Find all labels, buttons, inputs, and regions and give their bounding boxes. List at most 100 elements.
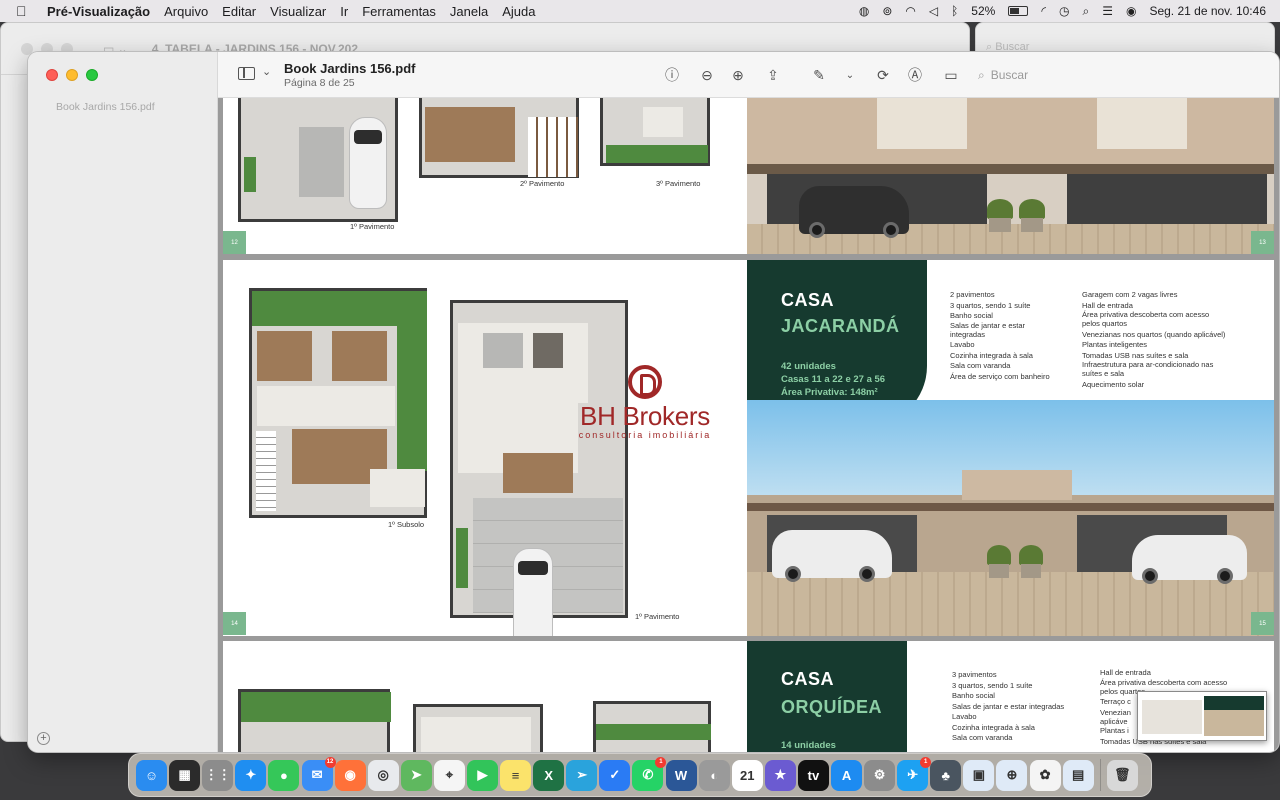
cast-icon[interactable]: ⊚ (882, 4, 892, 18)
facade-render-photo-top (747, 98, 1274, 254)
share-icon[interactable]: ⇪ (762, 64, 784, 86)
dock-vista-icon[interactable]: ♣ (930, 759, 962, 791)
page-number-badge: 13 (1251, 231, 1274, 254)
dock-mail-icon[interactable]: ✉ 12 (301, 756, 336, 791)
zoom-in-icon[interactable]: ⊕ (727, 64, 749, 86)
floor-plan-1-pavimento (450, 300, 628, 636)
battery-percent: 52% (971, 4, 996, 18)
preview-window: Book Jardins 156.pdf + ⌄ Book Jardins 15… (28, 52, 1279, 752)
bluetooth-icon[interactable]: ᛒ (951, 4, 958, 18)
close-button[interactable] (46, 69, 58, 81)
document-viewport[interactable]: 1º Pavimento 2º Pavimento 3º Pavimento 1… (218, 98, 1279, 752)
markup-pen-icon[interactable]: ✎ (808, 64, 830, 86)
dock-finder-icon[interactable]: ☺ (136, 759, 168, 791)
menu-clock[interactable]: Seg. 21 de nov. 10:46 (1149, 4, 1266, 18)
spotlight-icon[interactable]: ⌕ (1082, 4, 1089, 19)
time-machine-icon[interactable]: ◷ (1059, 4, 1069, 18)
dock-maps-icon[interactable]: ➤ (400, 759, 432, 791)
dock-apple-tv-icon[interactable]: tv (797, 759, 829, 791)
dock-word-icon[interactable]: W (665, 759, 697, 791)
zoom-out-icon[interactable]: ⊖ (696, 64, 718, 86)
menu-editar[interactable]: Editar (222, 4, 256, 19)
menu-ferramentas[interactable]: Ferramentas (362, 4, 436, 19)
airdrop-icon[interactable]: ◠ (905, 4, 915, 18)
dock-safari-icon[interactable]: ✦ (235, 759, 267, 791)
dock-contacts-add-icon[interactable]: ⊕ (996, 759, 1028, 791)
dock-whatsapp-icon[interactable]: ✆ 1 (632, 756, 667, 791)
dock-trash-icon[interactable]: 🗑 (1106, 759, 1138, 791)
menu-janela[interactable]: Janela (450, 4, 488, 19)
rotate-icon[interactable]: ⟳ (872, 64, 894, 86)
dock-app-store-icon[interactable]: A (831, 759, 863, 791)
dock-facetime-icon[interactable]: ▶ (466, 759, 498, 791)
dock-system-preferences-icon[interactable]: ⚙ (864, 759, 896, 791)
pdf-page-spread-middle: 1º Subsolo 1º Pavimento BH Brokers consu… (223, 260, 1274, 636)
dock-firefox-icon[interactable]: ◉ (334, 759, 366, 791)
dock-excel-icon[interactable]: X (533, 759, 565, 791)
dock-messages-icon[interactable]: ● (268, 759, 300, 791)
toolbar: ⌄ Book Jardins 156.pdf Página 8 de 25 ⓘ … (218, 52, 1279, 98)
house-title-casa: CASA (781, 669, 835, 689)
house-title-name: JACARANDÁ (781, 316, 900, 336)
page-number-badge: 12 (223, 231, 246, 254)
floor-plan-3-pavimento (600, 98, 710, 166)
dock-notes-icon[interactable]: ≡ (500, 759, 532, 791)
apple-menu-icon[interactable]:  (16, 3, 36, 19)
plan-label: 1º Pavimento (635, 612, 680, 621)
dock-separator (1099, 759, 1101, 791)
sidebar-toggle-icon[interactable] (238, 67, 255, 80)
house-title-casa: CASA (781, 290, 835, 310)
minimize-button[interactable] (66, 69, 78, 81)
zoom-button[interactable] (86, 69, 98, 81)
annotate-icon[interactable]: Ⓐ (904, 64, 926, 86)
page-number-badge: 15 (1251, 612, 1274, 635)
creative-cloud-icon[interactable]: ◍ (859, 4, 869, 18)
floor-plan-1-pavimento (238, 98, 398, 222)
search-field[interactable]: ⌕ Buscar (970, 62, 1266, 88)
notification-badge: 12 (324, 756, 336, 768)
siri-icon[interactable]: ◉ (1126, 4, 1136, 18)
chevron-down-icon[interactable]: ⌄ (262, 65, 271, 78)
dock-preview-icon[interactable]: ▣ (963, 759, 995, 791)
dock-preview-doc-icon[interactable]: ▤ (1062, 759, 1094, 791)
menu-bar:  Pré-Visualização Arquivo Editar Visual… (0, 0, 1280, 22)
dock-calendar-icon[interactable]: 21 (731, 759, 763, 791)
menu-ajuda[interactable]: Ajuda (502, 4, 535, 19)
control-center-icon[interactable]: ☰ (1102, 4, 1113, 18)
bh-brokers-logo-icon (628, 365, 662, 399)
dock-disk-utility-icon[interactable]: ◐ (698, 759, 730, 791)
menu-visualizar[interactable]: Visualizar (270, 4, 326, 19)
menu-app-name[interactable]: Pré-Visualização (47, 4, 150, 19)
dock-launchpad-icon[interactable]: ⋮⋮ (202, 759, 234, 791)
wifi-icon[interactable]: ◜ (1041, 4, 1046, 18)
battery-icon[interactable] (1008, 6, 1029, 16)
casa-orquidea-panel: CASA ORQUÍDEA 14 unidades (747, 641, 907, 752)
markup-chevron-icon[interactable]: ⌄ (839, 64, 861, 86)
mute-icon[interactable]: ◁ (929, 4, 938, 18)
menu-arquivo[interactable]: Arquivo (164, 4, 208, 19)
dock-telegram-icon[interactable]: ➢ (566, 759, 598, 791)
plan-label: 3º Pavimento (656, 179, 701, 188)
house-info: 14 unidades (781, 740, 836, 751)
form-fill-icon[interactable]: ▭ (940, 64, 962, 86)
add-icon[interactable]: + (37, 732, 50, 745)
house-title-name: ORQUÍDEA (781, 697, 883, 717)
dock-photos-icon[interactable]: ✿ (1029, 759, 1061, 791)
facade-render-photo-middle (747, 400, 1274, 636)
watermark-name: BH Brokers (580, 401, 710, 431)
traffic-lights (46, 69, 98, 81)
thumbnail-sidebar[interactable]: Book Jardins 156.pdf + (28, 52, 218, 752)
dock-google-maps-icon[interactable]: ⌖ (433, 759, 465, 791)
search-icon: ⌕ (978, 67, 985, 82)
dock-mission-control-icon[interactable]: ▦ (169, 759, 201, 791)
dock-twitter-icon[interactable]: ✈ 1 (897, 756, 932, 791)
dock-things-icon[interactable]: ✓ (599, 759, 631, 791)
menu-ir[interactable]: Ir (340, 4, 348, 19)
info-icon[interactable]: ⓘ (661, 64, 683, 86)
dock-imovie-icon[interactable]: ★ (764, 759, 796, 791)
dock-chrome-icon[interactable]: ◎ (367, 759, 399, 791)
notification-badge: 1 (655, 756, 667, 768)
screenshot-thumbnail[interactable] (1137, 691, 1267, 741)
plan-label: 1º Pavimento (350, 222, 395, 231)
sidebar-file-name[interactable]: Book Jardins 156.pdf (56, 101, 155, 113)
